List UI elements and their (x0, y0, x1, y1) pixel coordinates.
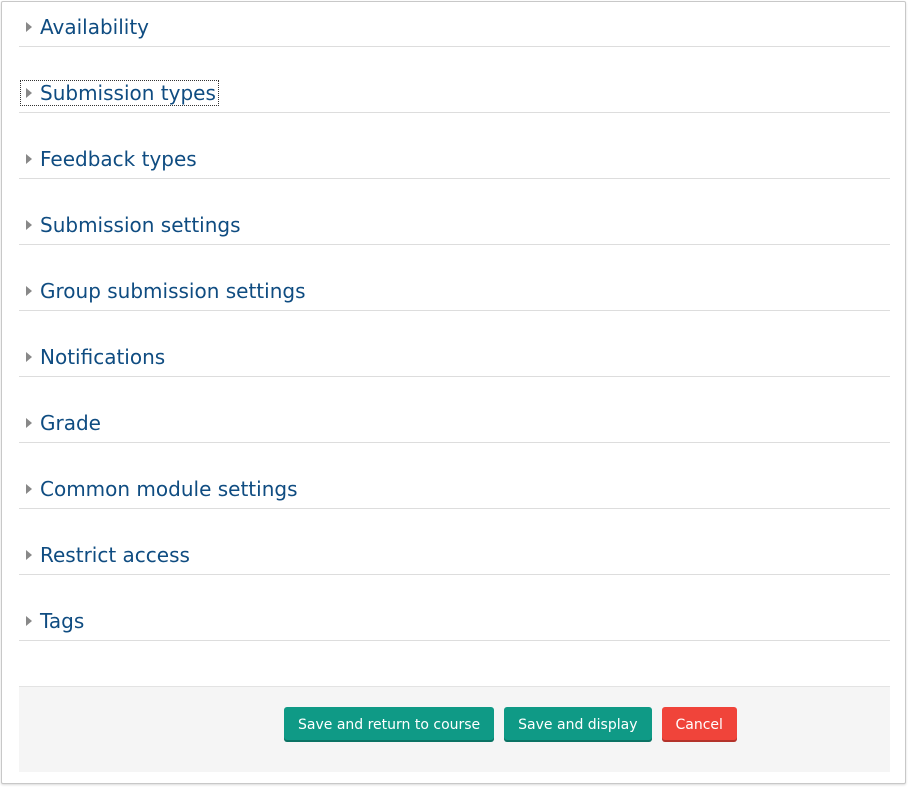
section-toggle-submission-types[interactable]: Submission types (20, 80, 219, 106)
settings-form: Availability Submission types Feedback t… (1, 1, 906, 784)
section-toggle-group-submission-settings[interactable]: Group submission settings (21, 279, 308, 303)
form-actions: Save and return to course Save and displ… (19, 686, 890, 772)
section-label: Grade (40, 411, 101, 435)
section-feedback-types: Feedback types (19, 113, 890, 179)
section-toggle-notifications[interactable]: Notifications (21, 345, 167, 369)
section-label: Submission types (40, 81, 216, 105)
section-notifications: Notifications (19, 311, 890, 377)
section-common-module-settings: Common module settings (19, 443, 890, 509)
section-grade: Grade (19, 377, 890, 443)
section-label: Submission settings (40, 213, 241, 237)
save-and-return-button[interactable]: Save and return to course (284, 707, 495, 742)
section-group-submission-settings: Group submission settings (19, 245, 890, 311)
section-toggle-grade[interactable]: Grade (21, 411, 103, 435)
section-submission-settings: Submission settings (19, 179, 890, 245)
triangle-right-icon (26, 88, 32, 98)
form-sections: Availability Submission types Feedback t… (19, 2, 890, 641)
section-tags: Tags (19, 575, 890, 641)
section-restrict-access: Restrict access (19, 509, 890, 575)
cancel-button[interactable]: Cancel (661, 707, 737, 742)
triangle-right-icon (26, 484, 32, 494)
triangle-right-icon (26, 22, 32, 32)
section-availability: Availability (19, 2, 890, 47)
section-toggle-restrict-access[interactable]: Restrict access (21, 543, 192, 567)
section-label: Restrict access (40, 543, 190, 567)
section-label: Notifications (40, 345, 166, 369)
section-submission-types: Submission types (19, 47, 890, 113)
triangle-right-icon (26, 616, 32, 626)
triangle-right-icon (26, 220, 32, 230)
section-toggle-availability[interactable]: Availability (21, 15, 151, 39)
triangle-right-icon (26, 352, 32, 362)
triangle-right-icon (26, 286, 32, 296)
triangle-right-icon (26, 154, 32, 164)
section-toggle-feedback-types[interactable]: Feedback types (21, 147, 199, 171)
triangle-right-icon (26, 550, 32, 560)
section-toggle-tags[interactable]: Tags (21, 609, 86, 633)
section-label: Tags (40, 609, 85, 633)
save-and-display-button[interactable]: Save and display (504, 707, 652, 742)
section-toggle-submission-settings[interactable]: Submission settings (21, 213, 243, 237)
triangle-right-icon (26, 418, 32, 428)
section-label: Group submission settings (40, 279, 306, 303)
section-label: Availability (40, 15, 150, 39)
section-label: Common module settings (40, 477, 298, 501)
action-buttons: Save and return to course Save and displ… (284, 707, 737, 742)
section-label: Feedback types (40, 147, 197, 171)
section-toggle-common-module-settings[interactable]: Common module settings (21, 477, 300, 501)
